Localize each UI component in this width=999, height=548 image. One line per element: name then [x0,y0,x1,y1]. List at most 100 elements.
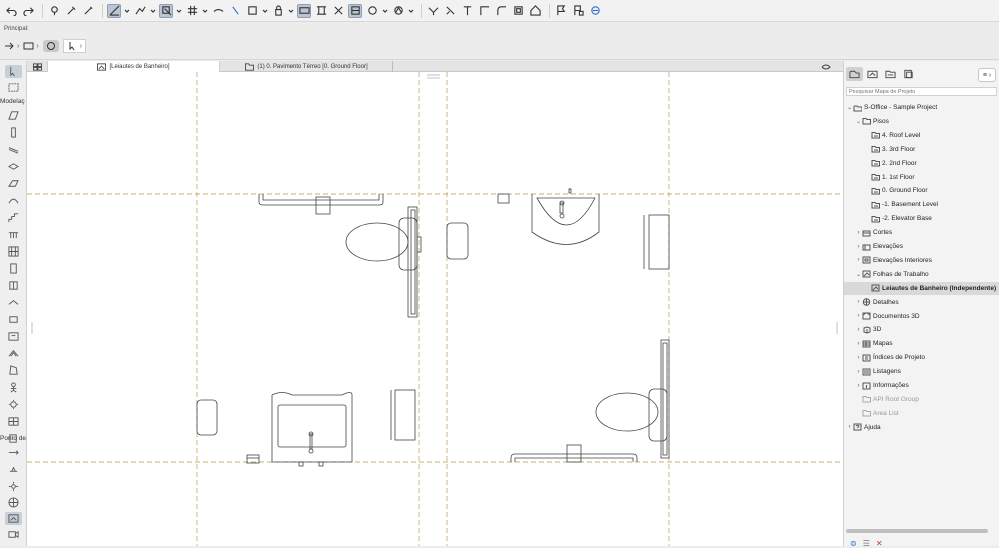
eyedropper-icon[interactable] [64,4,78,18]
elevation-marker-icon[interactable] [460,4,474,18]
view-map-tab[interactable] [864,67,881,81]
window-tool-icon[interactable] [5,279,22,292]
redo-icon[interactable] [21,4,35,18]
suspend-group-icon[interactable] [297,3,311,18]
drawing-canvas[interactable] [27,72,843,546]
measure-icon[interactable] [228,4,242,18]
tree-item[interactable]: › Informações [855,379,999,392]
chevron-down-icon[interactable] [262,4,268,18]
tab-list-button[interactable] [815,61,839,72]
arrow-tool-button[interactable]: › [62,39,87,53]
tree-item[interactable]: -1. Basement Level [864,198,999,211]
layout-book-tab[interactable] [882,67,899,81]
chevron-down-icon[interactable] [382,4,388,18]
arrow-tool-icon[interactable] [5,65,22,78]
tab-ground-floor[interactable]: (1) 0. Pavimento Térreo [0. Ground Floor… [221,61,393,72]
chevron-right-icon[interactable]: › [846,424,853,430]
chevron-right-icon[interactable]: › [855,355,862,361]
camera-tool-icon[interactable] [5,528,22,541]
person-tool-icon[interactable] [5,381,22,394]
tree-item[interactable]: › Ajuda [846,421,999,434]
inject-icon[interactable] [81,4,95,18]
list-icon[interactable]: ☰ [863,539,870,548]
fit-icon[interactable] [314,4,328,18]
marquee-button[interactable]: › [23,40,39,52]
layer-icon[interactable] [211,4,225,18]
snap-icon[interactable] [133,4,147,18]
curtain-wall-tool-icon[interactable] [5,245,22,258]
chevron-down-icon[interactable] [176,4,182,18]
house-icon[interactable] [528,4,542,18]
chevron-right-icon[interactable]: › [855,341,862,347]
door-tool-icon[interactable] [5,262,22,275]
group-icon[interactable] [245,4,259,18]
grid-icon[interactable] [185,4,199,18]
horizontal-scrollbar[interactable] [846,529,988,533]
chevron-right-icon[interactable]: › [855,299,862,305]
selection-method-button[interactable]: › [4,40,19,52]
chevron-down-icon[interactable]: ⌄ [855,271,862,278]
zone-tool-icon[interactable] [5,330,22,343]
corner-icon[interactable] [477,4,491,18]
chevron-right-icon[interactable]: › [855,230,862,236]
project-map-tab[interactable] [846,67,863,81]
chevron-right-icon[interactable]: › [855,244,862,250]
section-icon[interactable] [426,4,440,18]
chevron-down-icon[interactable]: ⌄ [855,118,862,125]
skylight-tool-icon[interactable] [5,296,22,309]
tree-item[interactable]: ⌄ Pisos [855,115,999,128]
chevron-down-icon[interactable] [288,4,294,18]
column-tool-icon[interactable] [5,126,22,139]
pick-up-icon[interactable] [47,4,61,18]
tree-item[interactable]: › Listagens [855,365,999,378]
stair-tool-icon[interactable] [5,211,22,224]
tree-item[interactable]: -2. Elevator Base [864,212,999,225]
search-input[interactable] [846,87,997,96]
wall-tool-icon[interactable] [5,109,22,122]
morph-tool-icon[interactable] [5,364,22,377]
chevron-right-icon[interactable]: › [855,383,862,389]
tree-item[interactable]: › Índices de Projeto [855,351,999,364]
publisher-sets-tab[interactable] [900,67,917,81]
detail-tool-icon[interactable] [5,512,22,525]
tree-item[interactable]: ⌄ Folhas de Trabalho [855,268,999,281]
elevation-tool-icon[interactable] [5,463,22,476]
settings-icon[interactable]: ⊜ [850,539,857,548]
render-icon[interactable] [365,4,379,18]
object-tool-icon[interactable] [5,313,22,326]
chevron-right-icon[interactable]: › [855,369,862,375]
section-line-tool-icon[interactable] [5,447,22,460]
lock-icon[interactable] [271,4,285,18]
chevron-down-icon[interactable] [408,4,414,18]
lamp-tool-icon[interactable] [5,398,22,411]
guide-line-icon[interactable] [107,3,121,18]
undo-icon[interactable] [4,4,18,18]
railing-tool-icon[interactable] [5,228,22,241]
trace-icon[interactable] [159,3,173,18]
tab-overview-icon[interactable] [29,61,45,72]
fly-icon[interactable] [391,4,405,18]
tree-item[interactable]: 3. 3rd Floor [864,143,999,156]
chevron-down-icon[interactable] [150,4,156,18]
chevron-down-icon[interactable] [202,4,208,18]
flag-settings-icon[interactable] [571,4,585,18]
chevron-down-icon[interactable] [124,4,130,18]
tree-item[interactable]: › Elevações Interiores [855,254,999,267]
tree-item[interactable]: 0. Ground Floor [864,184,999,197]
teamwork-icon[interactable] [588,4,602,18]
grid-element-tool-icon[interactable] [5,415,22,428]
interior-elevation-tool-icon[interactable] [5,480,22,493]
chevron-right-icon[interactable]: › [855,313,862,319]
tree-item[interactable]: 1. 1st Floor [864,171,999,184]
marquee-tool-icon[interactable] [5,81,22,94]
tree-item[interactable]: 4. Roof Level [864,129,999,142]
navigator-menu-button[interactable]: ≡ › [978,68,996,82]
tree-item[interactable]: › Elevações [855,240,999,253]
zoom-icon[interactable] [331,4,345,18]
tree-item[interactable]: › Cortes [855,226,999,239]
tree-item[interactable]: › Mapas [855,337,999,350]
tab-bathroom-layouts[interactable]: [Leiautes de Banheiro] [47,61,220,72]
slab-tool-icon[interactable] [5,160,22,173]
tree-item[interactable]: Leiautes de Banheiro (Independente) [844,281,999,295]
chevron-down-icon[interactable]: ⌄ [846,104,853,111]
